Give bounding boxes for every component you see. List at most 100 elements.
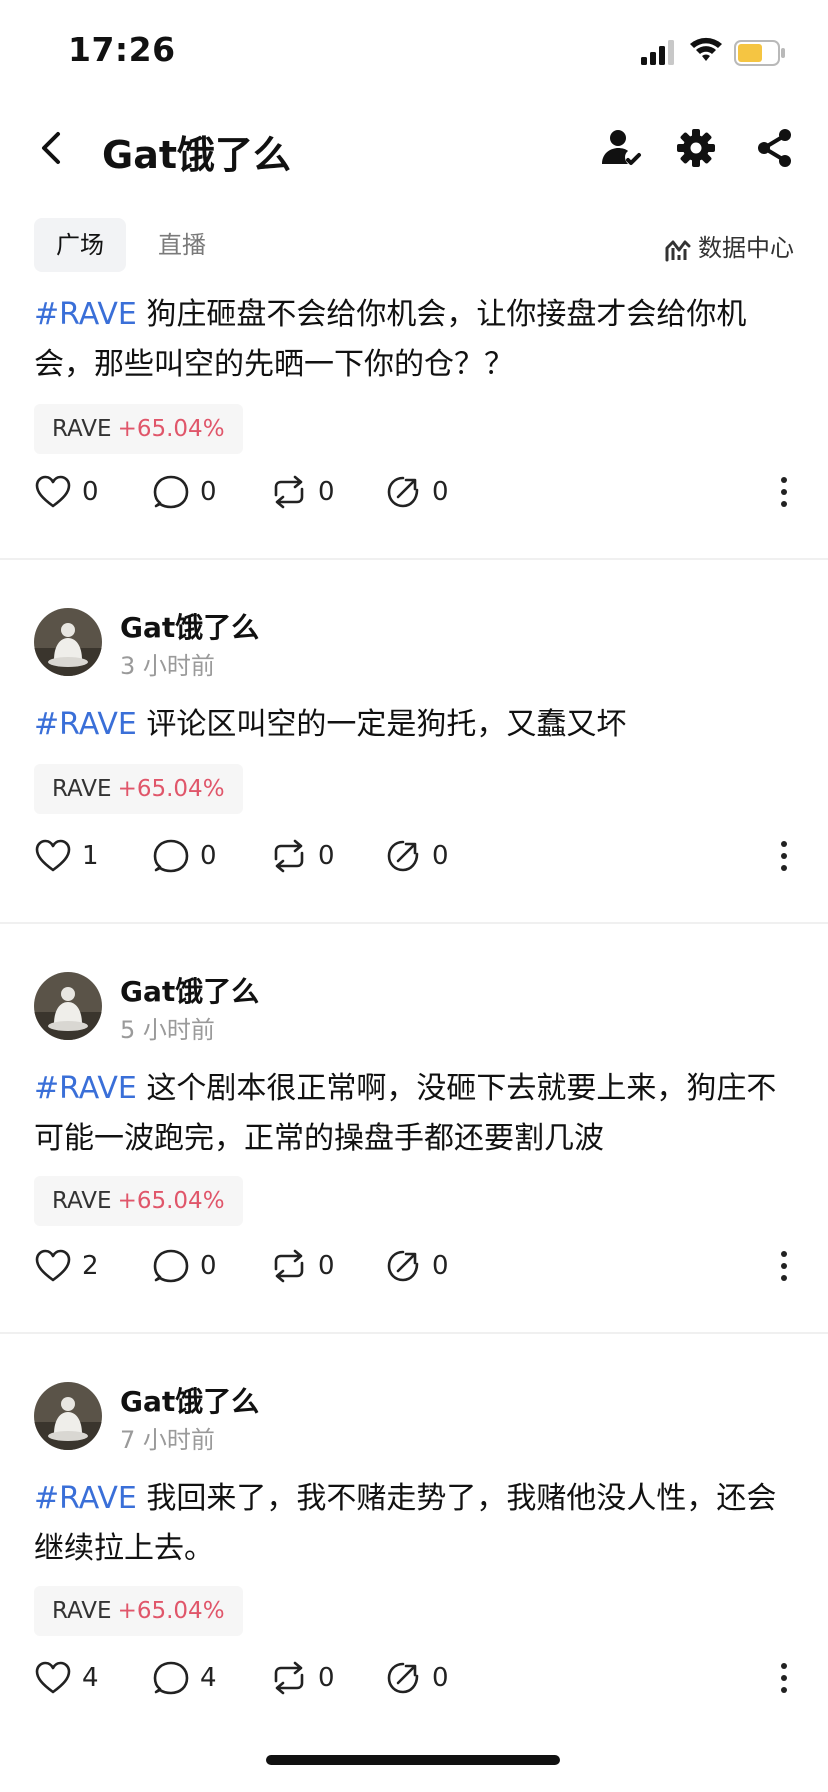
share-post-button[interactable]: 0 xyxy=(384,1244,449,1288)
post-text: 评论区叫空的一定是狗托，又蠢又坏 xyxy=(136,707,627,742)
status-time: 17:26 xyxy=(68,30,176,69)
repost-icon xyxy=(274,839,304,873)
post-divider xyxy=(0,922,828,924)
like-button[interactable]: 1 xyxy=(34,834,99,878)
coin-tag[interactable]: RAVE +65.04% xyxy=(34,1176,243,1226)
post-content: #RAVE 我回来了，我不赌走势了，我赌他没人性，还会继续拉上去。 xyxy=(34,1474,794,1574)
author-name[interactable]: Gat饿了么 xyxy=(120,1380,259,1420)
comment-bubble-icon xyxy=(153,1661,189,1695)
like-count: 2 xyxy=(82,1251,99,1281)
repost-icon xyxy=(274,475,304,509)
coin-symbol: RAVE xyxy=(52,1598,112,1624)
heart-icon xyxy=(35,839,71,872)
post-content: #RAVE 狗庄砸盘不会给你机会，让你接盘才会给你机会，那些叫空的先晒一下你的仓… xyxy=(34,290,794,390)
repost-icon xyxy=(274,1661,304,1695)
avatar[interactable] xyxy=(34,1382,102,1450)
repost-button[interactable]: 0 xyxy=(270,1244,335,1288)
like-button[interactable]: 0 xyxy=(34,470,99,514)
repost-count: 0 xyxy=(318,841,335,871)
post-actions: 4 4 0 0 xyxy=(34,1656,794,1700)
more-options-icon[interactable] xyxy=(774,1244,794,1288)
page-title: Gat饿了么 xyxy=(102,133,291,177)
cellular-signal-icon xyxy=(641,40,674,65)
hashtag-link[interactable]: #RAVE xyxy=(34,707,137,742)
heart-icon xyxy=(35,1661,71,1694)
status-bar: 17:26 xyxy=(0,0,828,100)
comment-button[interactable]: 0 xyxy=(152,1244,217,1288)
heart-icon xyxy=(35,1249,71,1282)
repost-button[interactable]: 0 xyxy=(270,834,335,878)
share-count: 0 xyxy=(432,477,449,507)
repost-button[interactable]: 0 xyxy=(270,470,335,514)
comment-bubble-icon xyxy=(153,1249,189,1283)
comment-button[interactable]: 0 xyxy=(152,834,217,878)
back-arrow-icon[interactable] xyxy=(34,128,70,168)
buddha-statue-avatar-icon xyxy=(34,608,102,676)
comment-bubble-icon xyxy=(153,475,189,509)
share-arrow-circle-icon xyxy=(387,476,419,508)
comment-count: 4 xyxy=(200,1663,217,1693)
coin-symbol: RAVE xyxy=(52,776,112,802)
data-center-label: 数据中心 xyxy=(698,234,794,262)
tab-live[interactable]: 直播 xyxy=(140,218,224,272)
battery-icon xyxy=(734,40,785,66)
repost-button[interactable]: 0 xyxy=(270,1656,335,1700)
hashtag-link[interactable]: #RAVE xyxy=(34,297,137,332)
repost-count: 0 xyxy=(318,477,335,507)
coin-symbol: RAVE xyxy=(52,416,112,442)
post-actions: 0 0 0 0 xyxy=(34,470,794,514)
post-time: 5 小时前 xyxy=(120,1016,215,1044)
comment-button[interactable]: 4 xyxy=(152,1656,217,1700)
like-count: 0 xyxy=(82,477,99,507)
coin-change: +65.04% xyxy=(117,776,225,802)
like-button[interactable]: 2 xyxy=(34,1244,99,1288)
comment-button[interactable]: 0 xyxy=(152,470,217,514)
author-name[interactable]: Gat饿了么 xyxy=(120,606,259,646)
coin-tag[interactable]: RAVE +65.04% xyxy=(34,1586,243,1636)
more-options-icon[interactable] xyxy=(774,834,794,878)
coin-tag[interactable]: RAVE +65.04% xyxy=(34,764,243,814)
share-icon[interactable] xyxy=(752,126,796,170)
hashtag-link[interactable]: #RAVE xyxy=(34,1481,137,1516)
share-post-button[interactable]: 0 xyxy=(384,470,449,514)
buddha-statue-avatar-icon xyxy=(34,1382,102,1450)
more-options-icon[interactable] xyxy=(774,1656,794,1700)
user-profile-icon[interactable] xyxy=(598,126,642,170)
share-count: 0 xyxy=(432,1663,449,1693)
author-name[interactable]: Gat饿了么 xyxy=(120,970,259,1010)
post-divider xyxy=(0,558,828,560)
coin-tag[interactable]: RAVE +65.04% xyxy=(34,404,243,454)
share-count: 0 xyxy=(432,1251,449,1281)
avatar[interactable] xyxy=(34,608,102,676)
settings-gear-icon[interactable] xyxy=(674,126,718,170)
post-text: 我回来了，我不赌走势了，我赌他没人性，还会继续拉上去。 xyxy=(34,1481,777,1566)
comment-count: 0 xyxy=(200,1251,217,1281)
share-arrow-circle-icon xyxy=(387,1250,419,1282)
more-options-icon[interactable] xyxy=(774,470,794,514)
coin-change: +65.04% xyxy=(117,416,225,442)
home-indicator[interactable] xyxy=(266,1755,560,1765)
heart-icon xyxy=(35,475,71,508)
post-content: #RAVE 这个剧本很正常啊，没砸下去就要上来，狗庄不可能一波跑完，正常的操盘手… xyxy=(34,1064,794,1164)
like-count: 1 xyxy=(82,841,99,871)
share-arrow-circle-icon xyxy=(387,1662,419,1694)
tab-bar: 广场 直播 数据中心 xyxy=(0,218,828,272)
post-text: 这个剧本很正常啊，没砸下去就要上来，狗庄不可能一波跑完，正常的操盘手都还要割几波 xyxy=(34,1071,777,1156)
like-count: 4 xyxy=(82,1663,99,1693)
tab-square[interactable]: 广场 xyxy=(34,218,126,272)
post-divider xyxy=(0,1332,828,1334)
avatar[interactable] xyxy=(34,972,102,1040)
comment-count: 0 xyxy=(200,477,217,507)
share-post-button[interactable]: 0 xyxy=(384,834,449,878)
post-content: #RAVE 评论区叫空的一定是狗托，又蠢又坏 xyxy=(34,700,794,750)
data-center-link[interactable]: 数据中心 xyxy=(664,228,794,263)
like-button[interactable]: 4 xyxy=(34,1656,99,1700)
post-time: 3 小时前 xyxy=(120,652,215,680)
share-post-button[interactable]: 0 xyxy=(384,1656,449,1700)
post-actions: 1 0 0 0 xyxy=(34,834,794,878)
repost-count: 0 xyxy=(318,1663,335,1693)
post-actions: 2 0 0 0 xyxy=(34,1244,794,1288)
coin-symbol: RAVE xyxy=(52,1188,112,1214)
repost-count: 0 xyxy=(318,1251,335,1281)
hashtag-link[interactable]: #RAVE xyxy=(34,1071,137,1106)
